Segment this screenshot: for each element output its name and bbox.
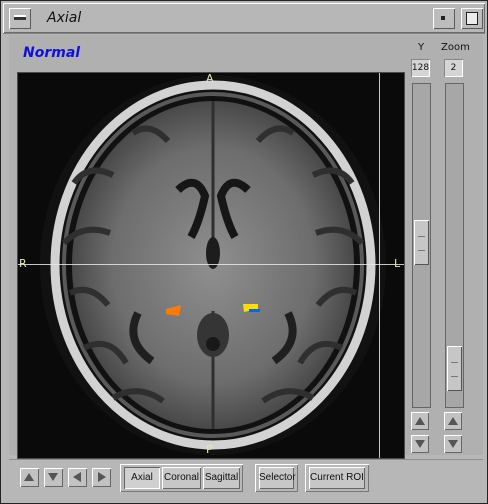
axial-window: Axial Normal A P R L Y Zoom 128 2 Axial … (0, 0, 488, 504)
y-slider-thumb[interactable] (414, 220, 429, 265)
y-increment-button[interactable] (411, 412, 429, 430)
zoom-slider-thumb[interactable] (447, 346, 462, 391)
roi-marker-right (249, 309, 260, 312)
right-label: R (19, 257, 27, 270)
selector-button[interactable]: Selector (259, 467, 296, 489)
y-value-display: 128 (411, 59, 430, 77)
left-label: L (394, 257, 401, 270)
zoom-increment-button[interactable] (444, 412, 462, 430)
window-menu-button[interactable] (9, 8, 31, 29)
minimize-button[interactable] (433, 8, 455, 29)
nav-left-button[interactable] (68, 468, 87, 487)
zoom-decrement-button[interactable] (444, 435, 462, 453)
axial-brain-image (40, 75, 386, 455)
maximize-icon (466, 12, 478, 25)
mri-axial-view[interactable]: A P R L (17, 72, 405, 459)
nav-up-button[interactable] (20, 468, 39, 487)
zoom-label: Zoom (441, 42, 470, 53)
arrow-down-icon (448, 440, 458, 448)
coronal-button[interactable]: Coronal (162, 467, 201, 489)
zoom-value-display: 2 (444, 59, 463, 77)
minimize-icon (441, 16, 445, 20)
maximize-button[interactable] (461, 8, 483, 29)
arrow-down-icon (48, 473, 58, 481)
arrow-up-icon (448, 417, 458, 425)
anterior-label: A (206, 72, 214, 85)
arrow-right-icon (98, 472, 106, 482)
window-titlebar[interactable]: Axial (3, 3, 485, 34)
crosshair-vertical[interactable] (379, 73, 380, 458)
posterior-label: P (206, 443, 213, 456)
sagittal-button[interactable]: Sagittal (203, 467, 240, 489)
arrow-up-icon (24, 473, 34, 481)
current-roi-button[interactable]: Current ROI (309, 467, 365, 489)
display-mode-label: Normal (23, 45, 81, 61)
crosshair-horizontal[interactable] (18, 264, 404, 265)
y-slider[interactable] (412, 83, 431, 408)
arrow-up-icon (415, 417, 425, 425)
window-title: Axial (47, 10, 82, 26)
arrow-left-icon (73, 472, 81, 482)
y-decrement-button[interactable] (411, 435, 429, 453)
window-menu-icon (14, 17, 26, 20)
arrow-down-icon (415, 440, 425, 448)
nav-right-button[interactable] (92, 468, 111, 487)
zoom-slider[interactable] (445, 83, 464, 408)
nav-down-button[interactable] (44, 468, 63, 487)
y-label: Y (418, 42, 425, 53)
axial-button[interactable]: Axial (124, 467, 160, 489)
